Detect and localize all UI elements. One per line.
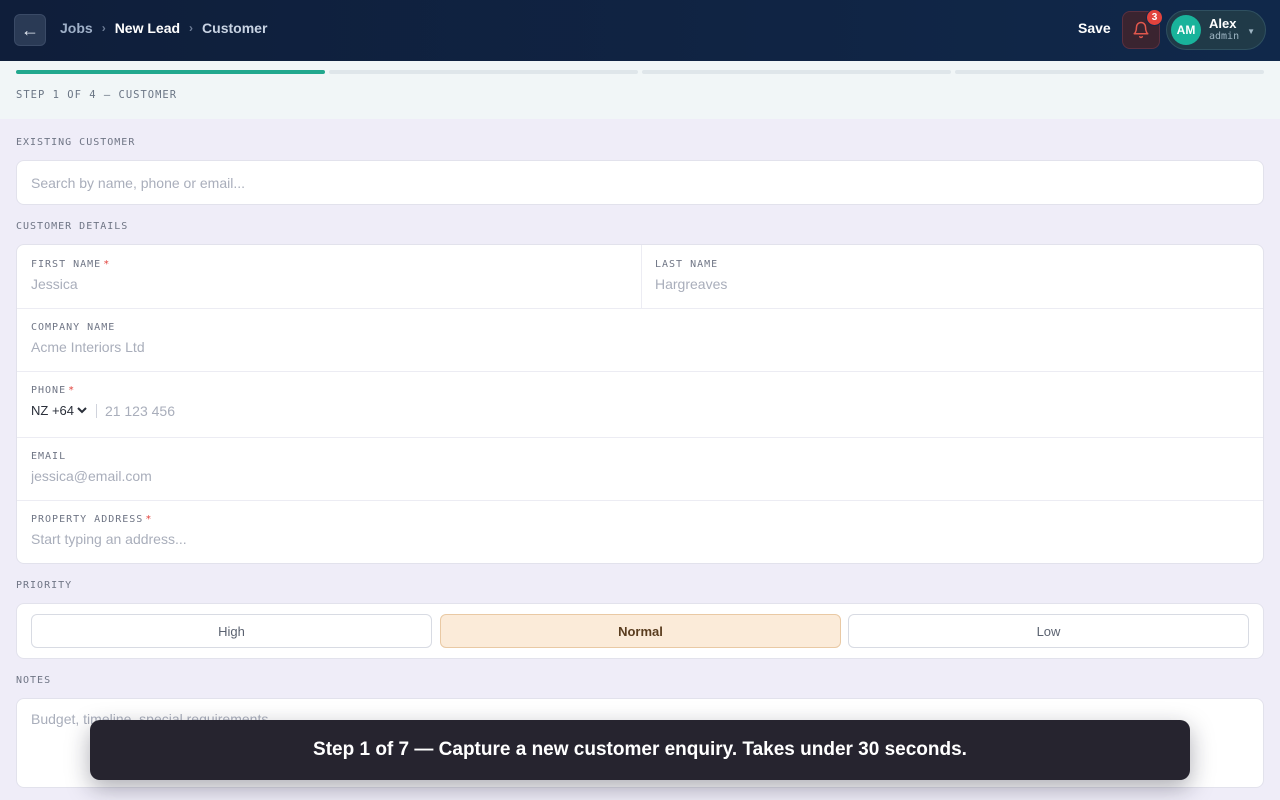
chevron-down-icon: ▼ [1247, 27, 1255, 36]
breadcrumb-separator-icon: › [189, 21, 194, 35]
notification-badge: 3 [1146, 9, 1163, 26]
avatar: AM [1171, 15, 1201, 45]
step-indicator: STEP 1 OF 4 — CUSTOMER [16, 89, 178, 101]
company-name-input[interactable] [31, 339, 1251, 355]
priority-heading: PRIORITY [16, 580, 73, 591]
progress-segment-3 [642, 70, 951, 74]
first-name-input[interactable] [31, 276, 627, 292]
save-button[interactable]: Save [1078, 20, 1111, 36]
existing-customer-search [16, 160, 1264, 205]
user-name: Alex [1209, 16, 1237, 31]
first-name-label: FIRST NAME * [31, 259, 111, 270]
priority-selector: High Normal Low [16, 603, 1264, 659]
priority-high-button[interactable]: High [31, 614, 432, 648]
last-name-field: LAST NAME [641, 245, 1263, 308]
existing-customer-heading: EXISTING CUSTOMER [16, 137, 136, 148]
required-marker: * [68, 385, 76, 396]
first-name-field: FIRST NAME * [17, 245, 641, 308]
required-marker: * [103, 259, 111, 270]
toast-message: Step 1 of 7 — Capture a new customer enq… [313, 739, 967, 760]
progress-segment-2 [329, 70, 638, 74]
priority-low-button[interactable]: Low [848, 614, 1249, 648]
company-name-label: COMPANY NAME [31, 322, 116, 333]
user-menu[interactable]: AM Alex admin ▼ [1166, 10, 1266, 50]
email-label: EMAIL [31, 451, 67, 462]
email-field: EMAIL [17, 437, 1263, 500]
breadcrumb-customer: Customer [202, 20, 268, 36]
customer-details-card: FIRST NAME* LAST NAME COMPANY NAME PHONE… [16, 244, 1264, 564]
progress-strip [0, 61, 1280, 119]
phone-input[interactable] [104, 402, 1251, 419]
country-code-select[interactable]: NZ +64 [27, 402, 90, 419]
breadcrumb: Jobs › New Lead › Customer [60, 20, 267, 36]
property-address-input[interactable] [31, 531, 1251, 547]
phone-field: PHONE * NZ +64 [17, 371, 1263, 437]
company-name-field: COMPANY NAME [17, 308, 1263, 371]
back-button[interactable]: ← [14, 14, 46, 46]
user-role: admin [1209, 31, 1240, 42]
customer-details-heading: CUSTOMER DETAILS [16, 221, 129, 232]
email-input[interactable] [31, 468, 1251, 484]
breadcrumb-jobs[interactable]: Jobs [60, 20, 93, 36]
divider [96, 403, 97, 418]
notes-heading: NOTES [16, 675, 52, 686]
top-bar: ← Jobs › New Lead › Customer Save 3 AM A… [0, 0, 1280, 61]
property-address-field: PROPERTY ADDRESS * [17, 500, 1263, 563]
priority-normal-button[interactable]: Normal [440, 614, 841, 648]
progress-segment-4 [955, 70, 1264, 74]
last-name-label: LAST NAME [655, 259, 719, 270]
search-input[interactable] [31, 174, 1249, 191]
arrow-left-icon: ← [21, 19, 39, 40]
breadcrumb-new-lead[interactable]: New Lead [115, 20, 180, 36]
breadcrumb-separator-icon: › [101, 21, 106, 35]
property-address-label: PROPERTY ADDRESS * [31, 514, 153, 525]
last-name-input[interactable] [655, 276, 1251, 292]
onboarding-toast: Step 1 of 7 — Capture a new customer enq… [90, 720, 1190, 780]
required-marker: * [145, 514, 153, 525]
bell-icon [1133, 21, 1149, 39]
phone-label: PHONE * [31, 385, 76, 396]
progress-segment-1 [16, 70, 325, 74]
